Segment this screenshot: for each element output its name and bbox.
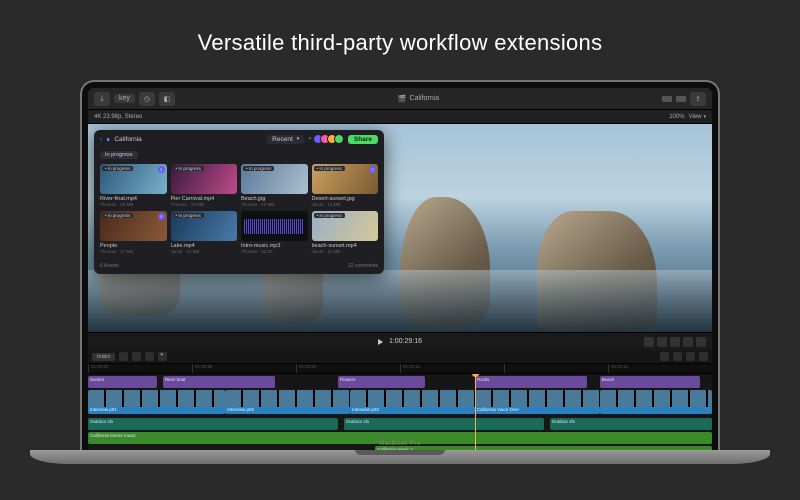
clip[interactable]: Rocks [475,376,587,388]
collaborator-avatars[interactable] [316,134,344,144]
tool-select[interactable] [145,352,154,361]
info-bar: 4K 23.98p, Stereo 100% View [88,110,712,124]
clip[interactable]: Interview p02 [225,390,350,414]
extensions-button[interactable]: ◧ [159,92,175,106]
back-button[interactable]: ‹ [100,136,102,143]
timeline[interactable]: Index 01:00:0001:00:3001:01:0001:01:1102… [88,350,712,450]
ext-project-name: California [114,136,141,143]
device-label: MacBook Pro [30,441,770,447]
layout-toggle-a[interactable] [662,96,672,102]
filter-in-progress[interactable]: In progress [100,151,138,159]
laptop-frame: ⤓ key ◷ ◧ 🎬 California ⇪ 4K 23.98p, Ster… [80,80,720,464]
sort-dropdown[interactable]: Recent [267,135,304,144]
clip[interactable]: Outdoor sfx [550,418,712,430]
project-name-label: California [410,95,440,102]
asset-count: 6 Assets [100,263,119,269]
clip[interactable]: Interview p01 [88,390,225,414]
ext-footer: 6 Assets 12 comments [94,260,384,274]
import-button[interactable]: ⤓ [94,92,110,106]
extension-panel: ‹ ∎ California Recent ⌕ Share In progres… [94,130,384,274]
skimming-toggle[interactable] [673,352,682,361]
snap-toggle[interactable] [660,352,669,361]
asset-grid: • In progress3River-final.mp4Thomas · 18… [94,164,384,260]
zoom-tool[interactable] [132,352,141,361]
audio-button[interactable] [670,337,680,347]
search-icon[interactable]: ⌕ [308,135,312,143]
solo-toggle[interactable] [699,352,708,361]
clip[interactable] [600,390,712,414]
tools-button[interactable] [683,337,693,347]
timeline-ruler[interactable]: 01:00:0001:00:3001:01:0001:01:1102:01:11 [88,364,712,374]
format-info: 4K 23.98p, Stereo [94,114,142,120]
comment-count: 12 comments [348,263,378,269]
asset-card[interactable]: • In progressBeach.jpgThomas · 13 MB [241,164,308,207]
clip[interactable]: Beach [600,376,700,388]
hero-title: Versatile third-party workflow extension… [0,0,800,56]
clip[interactable]: Outdoor sfx [344,418,544,430]
tool-menu[interactable] [158,352,167,361]
layout-toggle-b[interactable] [676,96,686,102]
clip-appearance[interactable] [119,352,128,361]
asset-card[interactable]: • In progress4PeopleThomas · 17 MB [100,211,167,254]
asset-card[interactable]: • In progress3River-final.mp4Thomas · 18… [100,164,167,207]
color-button[interactable] [657,337,667,347]
asset-card[interactable]: • In progressLake.mp4Jacob · 21 MB [171,211,238,254]
zoom-level[interactable]: 100% [669,114,684,120]
asset-card[interactable]: • In progressPier Carnival.mp4Thomas · 1… [171,164,238,207]
clip[interactable]: River boat [163,376,275,388]
index-button[interactable]: Index [92,353,115,361]
audio-skim-toggle[interactable] [686,352,695,361]
film-icon: 🎬 [398,95,407,103]
share-button[interactable]: Share [348,135,378,144]
asset-card[interactable]: • In progress2Desert-sunset.jpgJacob · 1… [312,164,379,207]
project-title: 🎬 California [398,95,439,103]
timecode-display: 1:00:29:16 [389,338,422,345]
retime-button[interactable] [696,337,706,347]
viewer[interactable]: ‹ ∎ California Recent ⌕ Share In progres… [88,124,712,332]
clip[interactable]: Flowers [338,376,425,388]
view-menu[interactable]: View [689,114,706,120]
keyword-button[interactable]: key [114,94,135,103]
clip[interactable]: Interview p03 [350,390,475,414]
playhead[interactable] [475,374,476,450]
app-toolbar: ⤓ key ◷ ◧ 🎬 California ⇪ [88,88,712,110]
playback-bar: 1:00:29:16 [88,332,712,350]
scope-button[interactable] [644,337,654,347]
play-button[interactable] [378,339,383,345]
bg-task-button[interactable]: ◷ [139,92,155,106]
share-button[interactable]: ⇪ [690,92,706,106]
clip[interactable]: California Voice Over [475,390,600,414]
asset-card[interactable]: • In progressbeach-sunset.mp4Jacob · 11 … [312,211,379,254]
clip[interactable]: Outdoor sfx [88,418,338,430]
folder-icon: ∎ [106,135,110,143]
timeline-toolbar: Index [88,350,712,364]
timeline-tracks[interactable]: Sunset River boat Flowers Rocks Beach Interv… [88,374,712,450]
app-window: ⤓ key ◷ ◧ 🎬 California ⇪ 4K 23.98p, Ster… [88,88,712,450]
asset-card[interactable]: Intro-music.mp3Thomas · 03:30 [241,211,308,254]
clip[interactable]: Sunset [88,376,157,388]
laptop-base: MacBook Pro [30,450,770,464]
